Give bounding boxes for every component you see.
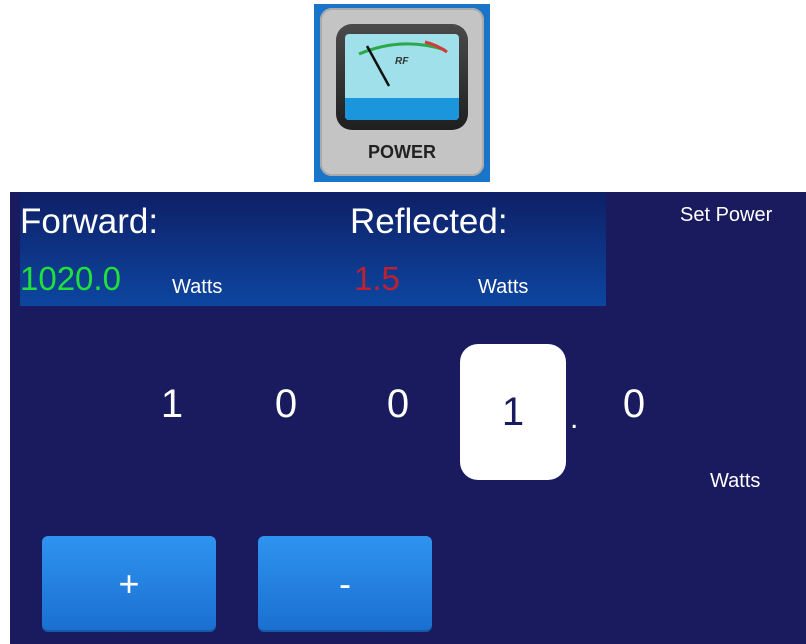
reflected-value: 1.5 (354, 260, 400, 297)
digit-hundreds[interactable]: 1 (142, 382, 202, 427)
decrement-button[interactable]: - (258, 536, 432, 632)
power-readout: Forward: 1020.0 Watts Reflected: 1.5 Wat… (20, 192, 606, 306)
digit-ones-high[interactable]: 0 (368, 382, 428, 427)
set-power-title: Set Power (680, 204, 773, 226)
digit-tenths[interactable]: 0 (604, 382, 664, 427)
digit-selected[interactable]: 1 (460, 344, 566, 480)
power-tile-label: POWER (367, 142, 436, 162)
power-control-panel: Forward: 1020.0 Watts Reflected: 1.5 Wat… (10, 192, 806, 644)
increment-button[interactable]: + (42, 536, 216, 632)
reflected-label: Reflected: (350, 202, 508, 241)
decimal-point: . (570, 402, 579, 435)
meter-band (345, 98, 459, 120)
meter-rf-text: RF (395, 56, 409, 67)
meter-face: RF (345, 34, 459, 120)
power-tile[interactable]: RF POWER (314, 4, 490, 182)
forward-value: 1020.0 (20, 260, 121, 297)
reflected-unit: Watts (478, 276, 529, 298)
power-tile-body: RF POWER (320, 8, 484, 176)
forward-unit: Watts (172, 276, 223, 298)
set-power-unit: Watts (710, 470, 761, 492)
forward-label: Forward: (20, 202, 159, 241)
meter-needle (365, 45, 391, 87)
rf-power-meter-icon: RF (336, 24, 468, 130)
digit-tens[interactable]: 0 (256, 382, 316, 427)
